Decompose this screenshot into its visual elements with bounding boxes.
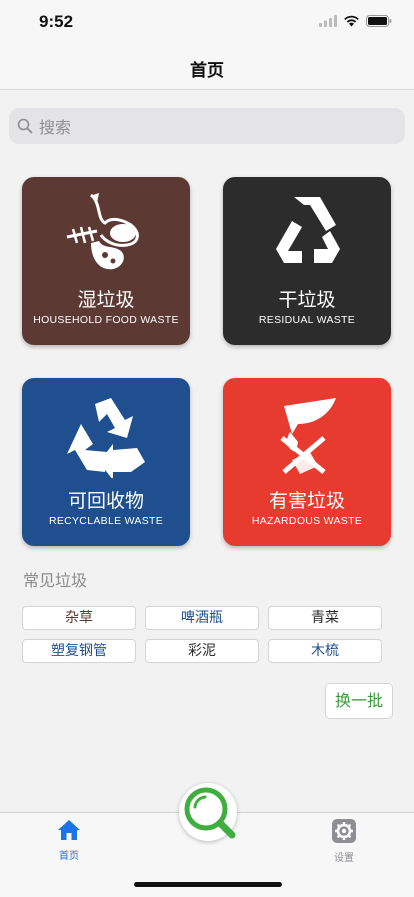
category-title: 干垃圾	[278, 289, 336, 311]
common-item-tag[interactable]: 彩泥	[145, 639, 259, 663]
battery-icon	[366, 15, 392, 27]
common-item-tag[interactable]: 青菜	[268, 606, 382, 630]
signal-icon	[319, 15, 337, 27]
tab-home-label: 首页	[59, 851, 79, 862]
category-recyclable-waste[interactable]: 可回收物 RECYCLABLE WASTE	[22, 378, 190, 546]
home-indicator	[134, 882, 282, 887]
common-waste-title: 常见垃圾	[23, 571, 88, 590]
refresh-button[interactable]: 换一批	[325, 683, 393, 719]
page-title: 首页	[190, 61, 224, 81]
food-waste-icon	[66, 193, 139, 270]
common-item-tag[interactable]: 杂草	[22, 606, 136, 630]
tab-settings[interactable]: 设置	[314, 819, 374, 864]
status-time: 9:52	[39, 12, 74, 31]
recycle-icon	[67, 398, 145, 478]
wifi-icon	[344, 15, 359, 27]
status-bar: 9:52	[0, 0, 414, 44]
common-item-tag[interactable]: 木梳	[268, 639, 382, 663]
category-subtitle: RECYCLABLE WASTE	[48, 515, 164, 527]
common-item-tag[interactable]: 塑复钢管	[22, 639, 136, 663]
common-item-tag[interactable]: 啤酒瓶	[145, 606, 259, 630]
magnifier-icon	[184, 787, 236, 839]
home-icon	[58, 820, 80, 840]
status-icons	[319, 15, 392, 27]
gear-icon	[332, 819, 356, 843]
category-title: 湿垃圾	[77, 289, 135, 311]
category-subtitle: HAZARDOUS WASTE	[251, 515, 363, 527]
tab-home[interactable]: 首页	[39, 819, 99, 862]
search-input[interactable]	[37, 108, 401, 146]
category-title: 可回收物	[67, 490, 144, 512]
search-bar[interactable]	[9, 108, 405, 146]
category-subtitle: HOUSEHOLD FOOD WASTE	[33, 314, 179, 326]
scan-button[interactable]	[179, 783, 237, 841]
category-title: 有害垃圾	[268, 490, 345, 512]
category-residual-waste[interactable]: 干垃圾 RESIDUAL WASTE	[223, 177, 391, 345]
navigation-bar: 首页	[0, 44, 414, 90]
tab-settings-label: 设置	[334, 853, 354, 864]
category-subtitle: RESIDUAL WASTE	[258, 314, 356, 326]
category-food-waste[interactable]: 湿垃圾 HOUSEHOLD FOOD WASTE	[22, 177, 190, 345]
hazardous-waste-icon	[280, 398, 336, 474]
residual-waste-icon	[276, 197, 340, 263]
search-icon	[17, 118, 33, 134]
category-hazardous-waste[interactable]: 有害垃圾 HAZARDOUS WASTE	[223, 378, 391, 546]
